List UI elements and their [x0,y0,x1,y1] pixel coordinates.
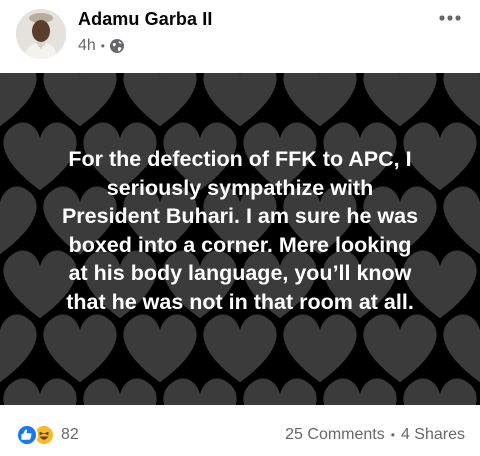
post-header: Adamu Garba II 4h • [0,0,480,72]
background-heart-4 [283,73,357,127]
post-time[interactable]: 4h [78,37,96,55]
background-heart-31 [203,314,277,383]
background-heart-38 [243,378,317,405]
comments-count-link[interactable]: 25 Comments [285,426,385,444]
globe-icon[interactable] [110,39,124,53]
facebook-post: Adamu Garba II 4h • For the defection of… [0,0,480,456]
reactions-summary[interactable]: 82 [16,424,79,446]
shares-count-link[interactable]: 4 Shares [401,426,465,444]
more-dots-icon [439,15,461,21]
post-meta: 4h • [78,36,124,56]
background-heart-2 [123,73,197,127]
post-content-card[interactable]: For the defection of FFK to APC, I serio… [0,73,480,405]
background-heart-30 [123,314,197,383]
avatar-image [16,9,66,59]
post-text: For the defection of FFK to APC, I serio… [61,147,419,314]
engagement-summary: 25 Comments • 4 Shares [285,426,465,444]
background-heart-36 [83,378,157,405]
background-heart-29 [43,314,117,383]
background-heart-3 [203,73,277,127]
background-heart-34 [443,314,480,383]
background-heart-6 [443,73,480,127]
background-heart-5 [363,73,437,127]
meta-separator: • [100,39,105,53]
avatar[interactable] [16,9,66,59]
background-heart-39 [323,378,397,405]
background-heart-33 [363,314,437,383]
background-heart-1 [43,73,117,127]
like-icon [16,424,38,446]
reaction-count: 82 [61,426,79,443]
background-heart-37 [163,378,237,405]
background-heart-0 [0,73,37,127]
background-heart-40 [403,378,477,405]
more-options-button[interactable] [430,4,470,32]
engagement-separator: • [390,428,395,442]
background-heart-28 [0,314,37,383]
background-heart-35 [3,378,77,405]
author-name[interactable]: Adamu Garba II [78,9,212,30]
background-heart-32 [283,314,357,383]
post-footer: 82 25 Comments • 4 Shares [0,406,480,456]
